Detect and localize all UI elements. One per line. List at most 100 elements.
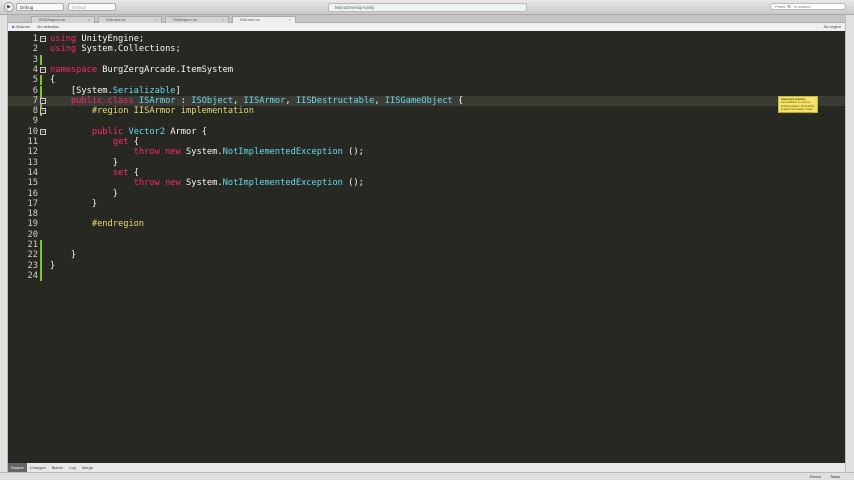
tab-log[interactable]: Log [66,463,79,472]
line-number: 11 [27,137,38,147]
tab-isweapon[interactable]: ISWeapon.cs × [165,16,229,23]
code-text: } [50,189,118,199]
code-token: Armor { [165,126,207,137]
code-line[interactable]: 10− public Vector2 Armor { [8,127,845,137]
code-token: Vector2 [123,126,166,137]
code-line[interactable]: 15 throw new System.NotImplementedExcept… [8,178,845,188]
code-line[interactable]: 5{ [8,75,845,86]
code-line[interactable]: 14 set { [8,168,845,178]
breadcrumb-selection[interactable]: No selection [37,24,59,29]
tab-merge[interactable]: Merge [79,463,96,472]
code-token: System. [180,178,223,189]
code-line[interactable]: 13 } [8,158,845,168]
code-token: get [50,137,129,147]
tab-blame[interactable]: Blame [49,463,66,472]
line-number: 23 [27,260,38,271]
fold-toggle-icon[interactable]: − [40,128,46,135]
change-marker [40,54,42,65]
breadcrumb-region[interactable]: No region [824,23,841,31]
code-line[interactable]: 23} [8,260,845,271]
code-line[interactable]: 21 [8,240,845,251]
code-line[interactable]: 19 #endregion [8,219,845,229]
code-token: , [233,95,244,106]
run-button[interactable]: ▶ [4,2,14,12]
code-token: NotImplementedException [222,178,343,189]
tab-iisweapon[interactable]: IIISWeapon.cs × [31,16,95,23]
code-token: using [50,34,77,44]
code-token: ] [175,85,181,96]
code-line[interactable]: 6 [System.Serializable] [8,85,845,96]
change-marker [40,75,42,86]
code-text: #region IISArmor implementation [50,106,254,116]
line-number: 24 [27,270,38,281]
tab-isarmor-active[interactable]: ISArmor.cs × [232,16,296,23]
code-token: #region IISArmor implementation [50,106,254,117]
code-token: ISObject [191,95,234,106]
code-text: { [50,75,55,85]
line-number: 18 [27,209,38,220]
line-number: 7 [32,95,38,106]
implement-interface-tooltip: Implement Interface Use Up/Down to move … [778,96,818,115]
code-line[interactable]: 3 [8,54,845,65]
code-editor[interactable]: 1− using UnityEngine; 2 using System.Collec… [8,31,845,463]
code-line[interactable]: 4− namespace BurgZergArcade.ItemSystem [8,65,845,75]
code-line[interactable]: 17 } [8,199,845,209]
line-number: 22 [27,250,38,261]
code-line[interactable]: 16 } [8,189,845,199]
code-token: public class [50,95,134,106]
code-text: } [50,261,55,271]
fold-toggle-icon[interactable]: − [40,36,46,42]
line-number: 17 [27,198,38,209]
code-line[interactable]: 18 [8,209,845,219]
code-token: System.Collections; [76,44,181,55]
errors-button[interactable]: Errors [810,473,821,480]
code-line[interactable]: 22 } [8,250,845,261]
tasks-button[interactable]: Tasks [830,473,840,480]
line-number: 13 [27,157,38,168]
fold-toggle-icon[interactable]: − [40,66,46,73]
code-text: } [50,199,97,209]
code-line[interactable]: 12 throw new System.NotImplementedExcept… [8,147,845,157]
code-line[interactable]: 11 get { [8,137,845,147]
fold-toggle-icon[interactable]: − [40,108,46,115]
code-text: get { [50,137,139,147]
status-display: MonoDevelop-Unity [328,3,527,12]
code-line[interactable]: 2 using System.Collections; [8,44,845,54]
code-line[interactable]: 8− #region IISArmor implementation [8,106,845,117]
tab-source[interactable]: Source [8,463,27,472]
line-number: 12 [27,147,38,158]
code-token: } [50,198,98,209]
code-text: throw new System.NotImplementedException… [50,178,364,188]
class-icon: ■ [12,24,15,29]
code-token: [System. [50,85,113,96]
tab-isarmor-1[interactable]: ISArmor.cs × [98,16,162,23]
config-select[interactable]: Debug [16,3,64,11]
code-text: public Vector2 Armor { [50,127,207,137]
change-marker [40,260,42,271]
fold-toggle-icon[interactable]: − [40,97,46,104]
change-marker [40,85,42,96]
tab-label: ISArmor.cs [240,17,260,22]
code-line[interactable]: 1− using UnityEngine; [8,34,845,44]
code-line[interactable]: 7− public class ISArmor : ISObject, IISA… [8,95,845,107]
code-text: using UnityEngine; [50,34,144,44]
change-marker [40,240,42,251]
breadcrumb: ■ ISArmor No selection No region [8,23,845,31]
tab-label: ISWeapon.cs [173,17,197,22]
code-text: set { [50,168,139,178]
tooltip-body: Use Up/Down to move to another location.… [781,101,815,115]
platform-select[interactable]: Default [68,3,116,11]
code-line[interactable]: 20 [8,230,845,240]
code-token: { [128,167,139,178]
line-number: 8 [32,106,38,117]
tab-changes[interactable]: Changes [27,463,49,472]
code-token: using [50,44,77,55]
search-input[interactable]: Press '⌘.' to search [770,3,846,10]
code-line[interactable]: 9 [8,116,845,126]
code-text: } [50,250,76,260]
breadcrumb-file[interactable]: ISArmor [16,24,31,29]
code-token: { [128,137,139,147]
code-line[interactable]: 24 [8,270,845,282]
code-token: , [374,95,385,106]
bottom-tabs: Source Changes Blame Log Merge [8,463,845,472]
